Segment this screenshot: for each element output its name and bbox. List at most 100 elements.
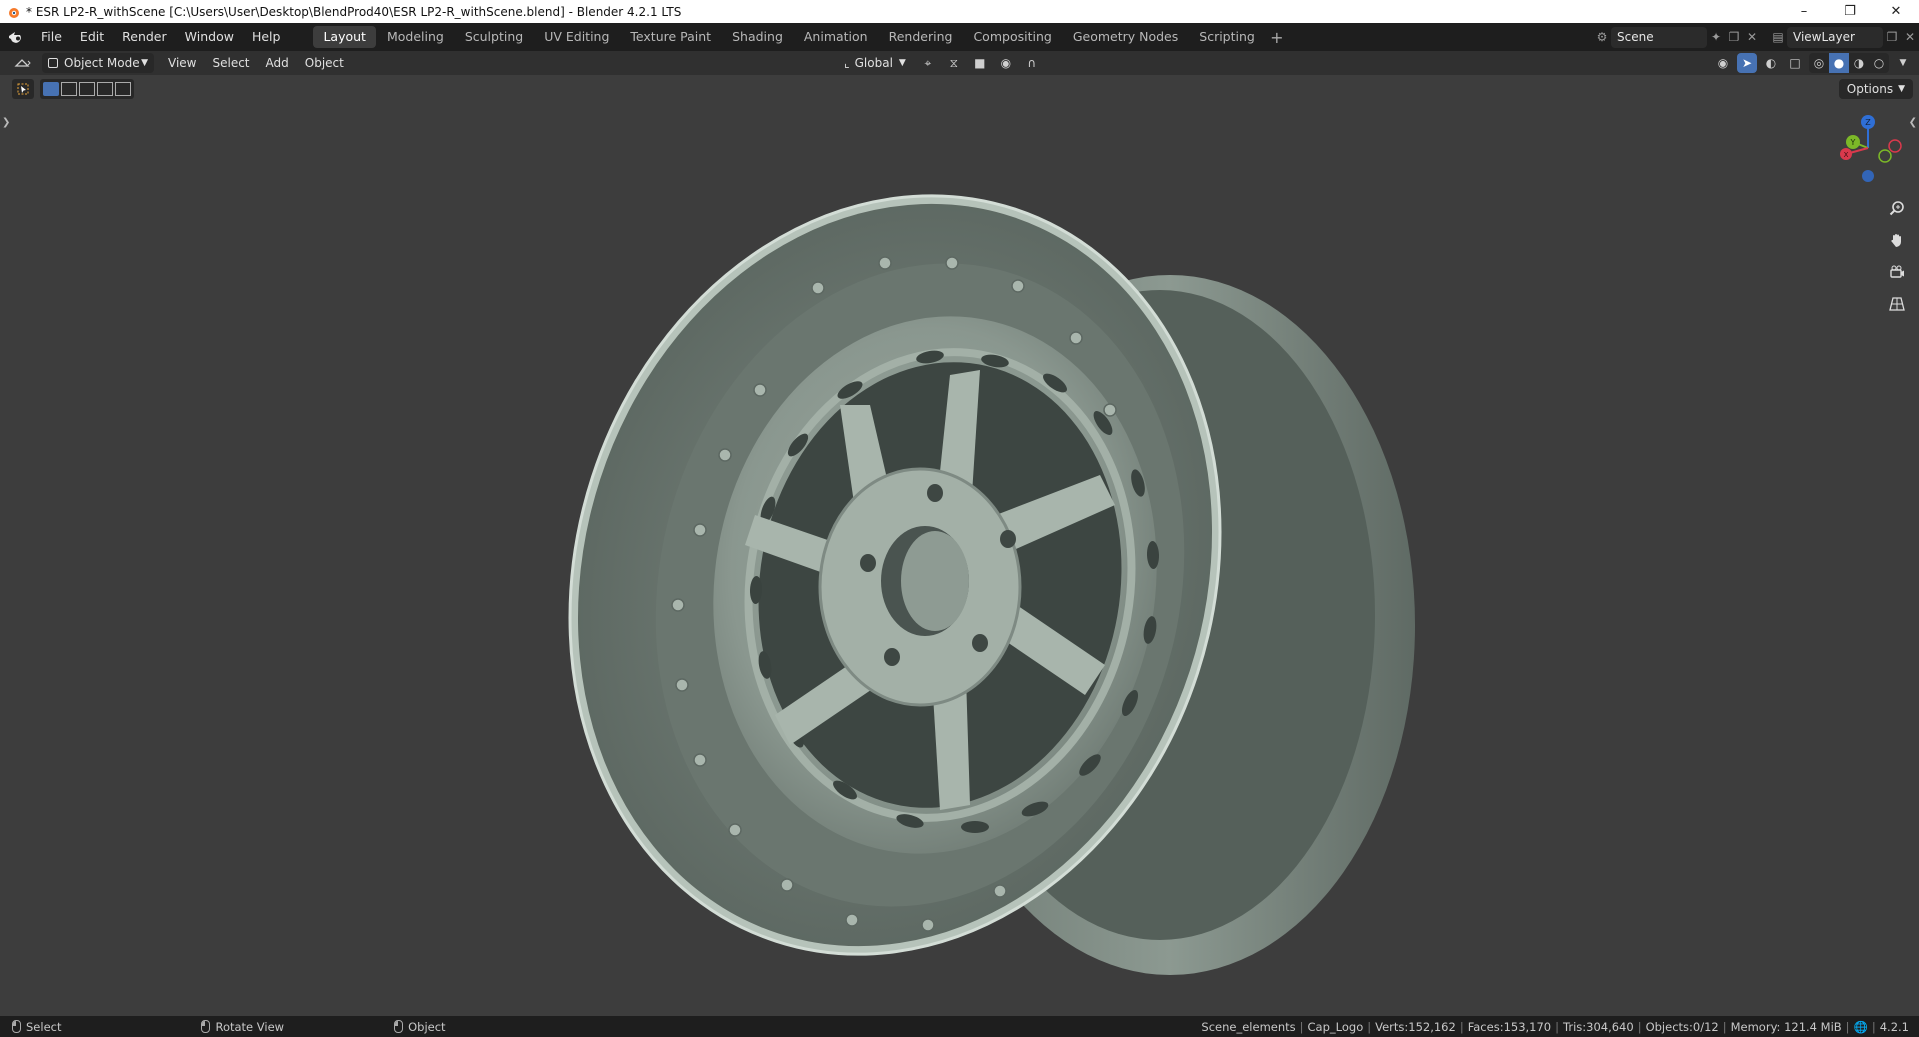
minimize-button[interactable]: – <box>1781 0 1827 23</box>
extend-selection-icon[interactable] <box>61 82 77 96</box>
options-dropdown[interactable]: Options ▼ <box>1838 79 1913 99</box>
toolbar-expand-icon[interactable]: ❯ <box>2 117 10 128</box>
scene-name-field[interactable]: Scene <box>1611 26 1707 48</box>
camera-view-icon[interactable] <box>1884 259 1910 285</box>
z-axis-label: Z <box>1865 118 1871 127</box>
status-bar: Select Rotate View Object Scene_elements… <box>0 1016 1919 1037</box>
new-view-layer-icon[interactable]: ❐ <box>1883 27 1901 48</box>
mode-dropdown[interactable]: Object Mode ▼ <box>42 53 154 73</box>
3d-viewport-icon <box>14 59 31 67</box>
menu-help[interactable]: Help <box>243 26 290 48</box>
new-scene-icon[interactable]: ❐ <box>1725 27 1743 48</box>
perspective-toggle-icon[interactable] <box>1884 291 1910 317</box>
snap-icon[interactable]: ⧖ <box>944 53 964 73</box>
intersect-selection-icon[interactable] <box>115 82 131 96</box>
neg-x-axis-icon[interactable] <box>1888 139 1902 153</box>
stat-tris: Tris:304,640 <box>1563 1019 1634 1034</box>
solid-shading-icon[interactable]: ● <box>1829 53 1849 73</box>
orientation-icon: ⌞ <box>844 56 850 70</box>
close-button[interactable]: ✕ <box>1873 0 1919 23</box>
transform-controls: ⌞ Global ▼ ⌖ ⧖ ■ ◉ ∩ <box>838 53 1042 73</box>
navigation-gizmo[interactable]: Z Y X <box>1830 110 1910 190</box>
editor-type-dropdown[interactable] <box>8 53 38 73</box>
status-select-hint: Select <box>12 1020 61 1034</box>
tab-compositing[interactable]: Compositing <box>963 26 1061 48</box>
material-preview-icon[interactable]: ◑ <box>1849 53 1869 73</box>
stat-faces: Faces:153,170 <box>1467 1019 1552 1034</box>
overlay-toggle-icon[interactable]: ◐ <box>1761 53 1781 73</box>
menu-edit[interactable]: Edit <box>71 26 113 48</box>
3d-viewport[interactable]: Options ▼ ❯ ❮ Z Y X <box>0 75 1919 1016</box>
chevron-down-icon: ▼ <box>1898 84 1905 94</box>
menu-file[interactable]: File <box>32 26 71 48</box>
subtract-selection-icon[interactable] <box>79 82 95 96</box>
tab-layout[interactable]: Layout <box>313 26 376 48</box>
select-box-tool-icon[interactable] <box>12 79 34 99</box>
pivot-point-icon[interactable]: ⌖ <box>918 53 938 73</box>
tab-animation[interactable]: Animation <box>794 26 878 48</box>
pin-icon[interactable]: ✦ <box>1707 27 1725 48</box>
xray-toggle-icon[interactable]: □ <box>1785 53 1805 73</box>
tab-scripting[interactable]: Scripting <box>1189 26 1265 48</box>
delete-scene-icon[interactable]: ✕ <box>1743 27 1761 48</box>
proportional-edit-icon[interactable]: ◉ <box>996 53 1016 73</box>
tab-geometry-nodes[interactable]: Geometry Nodes <box>1063 26 1188 48</box>
tab-uv-editing[interactable]: UV Editing <box>534 26 619 48</box>
snap-target-icon[interactable]: ■ <box>970 53 990 73</box>
neg-y-axis-icon[interactable] <box>1878 149 1892 163</box>
menu-render[interactable]: Render <box>113 26 176 48</box>
maximize-button[interactable]: ❐ <box>1827 0 1873 23</box>
stat-verts: Verts:152,162 <box>1375 1019 1456 1034</box>
blender-menu-icon[interactable] <box>0 23 32 51</box>
view-layer-icon[interactable]: ▤ <box>1769 27 1787 48</box>
menu-add[interactable]: Add <box>258 53 297 73</box>
scene-type-icon[interactable]: ⚙ <box>1593 27 1611 48</box>
invert-selection-icon[interactable] <box>97 82 113 96</box>
view-layer-field[interactable]: ViewLayer <box>1787 26 1883 48</box>
menu-view[interactable]: View <box>160 53 204 73</box>
rendered-shading-icon[interactable]: ○ <box>1869 53 1889 73</box>
tab-sculpting[interactable]: Sculpting <box>455 26 533 48</box>
chevron-down-icon: ▼ <box>898 58 906 68</box>
blender-app-icon <box>9 7 19 18</box>
menu-window[interactable]: Window <box>176 26 243 48</box>
navigation-tools <box>1884 195 1910 317</box>
neg-z-axis-icon[interactable] <box>1862 170 1874 182</box>
status-select-label: Select <box>26 1019 62 1034</box>
tab-rendering[interactable]: Rendering <box>879 26 963 48</box>
tool-settings <box>12 79 134 99</box>
add-workspace-icon[interactable]: + <box>1266 28 1288 47</box>
selection-mode-group <box>40 79 134 99</box>
scene-selector-area: ⚙ Scene ✦ ❐ ✕ ▤ ViewLayer ❐ ✕ <box>1593 23 1919 51</box>
delete-view-layer-icon[interactable]: ✕ <box>1901 27 1919 48</box>
shading-mode-group: ◎ ● ◑ ○ <box>1809 53 1889 73</box>
tab-texture-paint[interactable]: Texture Paint <box>620 26 721 48</box>
window-controls: – ❐ ✕ <box>1781 0 1919 23</box>
wireframe-shading-icon[interactable]: ◎ <box>1809 53 1829 73</box>
zoom-icon[interactable] <box>1884 195 1910 221</box>
stat-collection: Scene_elements <box>1201 1019 1296 1034</box>
wheel-model[interactable] <box>540 105 1420 1005</box>
falloff-icon[interactable]: ∩ <box>1022 53 1042 73</box>
shading-options-icon[interactable]: ▼ <box>1893 53 1913 73</box>
visibility-icon[interactable]: ◉ <box>1713 53 1733 73</box>
stat-objects: Objects:0/12 <box>1645 1019 1719 1034</box>
menu-select[interactable]: Select <box>204 53 257 73</box>
set-selection-icon[interactable] <box>43 82 59 96</box>
tab-modeling[interactable]: Modeling <box>377 26 454 48</box>
orientation-label: Global <box>854 56 893 70</box>
pan-hand-icon[interactable] <box>1884 227 1910 253</box>
transform-orientation-dropdown[interactable]: ⌞ Global ▼ <box>838 53 912 73</box>
object-mode-icon <box>48 58 58 68</box>
tab-shading[interactable]: Shading <box>722 26 793 48</box>
scene-name: Scene <box>1617 30 1654 44</box>
top-bar: File Edit Render Window Help Layout Mode… <box>0 23 1919 51</box>
gizmo-toggle-icon[interactable]: ➤ <box>1737 53 1757 73</box>
workspace-tabs: Layout Modeling Sculpting UV Editing Tex… <box>313 23 1287 51</box>
left-mouse-icon <box>12 1020 21 1033</box>
menu-object[interactable]: Object <box>297 53 352 73</box>
window-title: * ESR LP2-R_withScene [C:\Users\User\Des… <box>26 4 682 19</box>
status-rotate-hint: Rotate View <box>201 1020 284 1034</box>
stat-version: 4.2.1 <box>1879 1019 1909 1034</box>
stat-active-object: Cap_Logo <box>1307 1019 1364 1034</box>
